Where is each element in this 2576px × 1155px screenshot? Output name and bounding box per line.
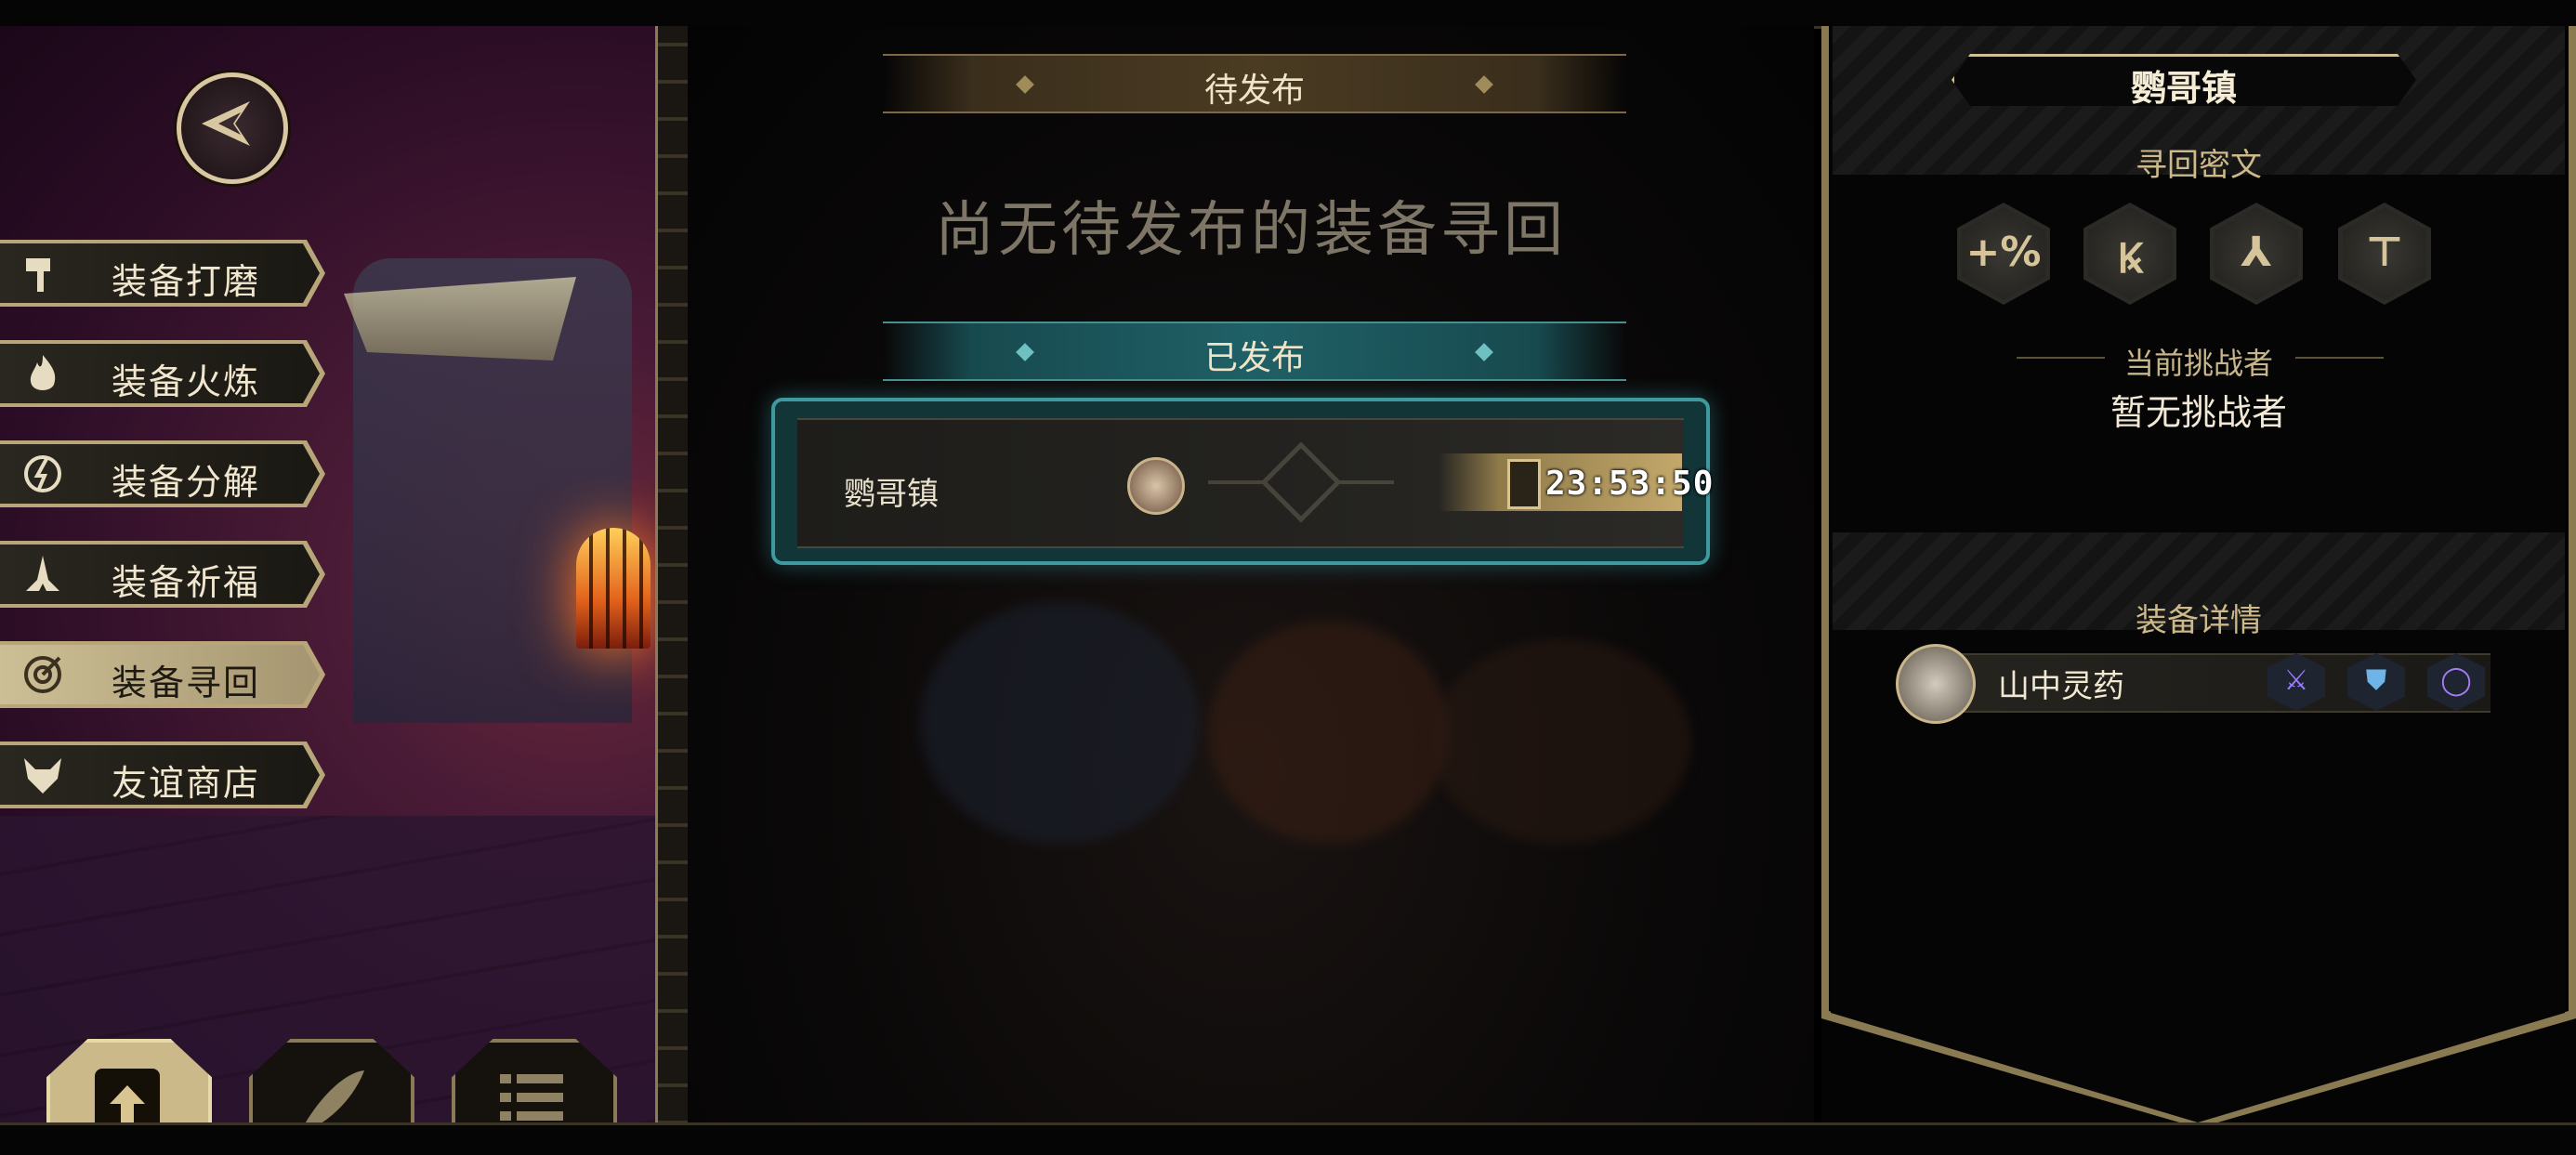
top-frame: [0, 0, 2576, 29]
scene-backdrop: [1431, 639, 1691, 844]
feather-icon: [297, 1070, 364, 1122]
back-arrow-icon: [202, 101, 250, 146]
target-icon: [24, 656, 61, 693]
left-panel: 装备打磨 装备火炼 装备分解 装备祈福 装备寻回 友谊商店: [0, 26, 655, 1122]
secret-text-header: 寻回密文: [2136, 147, 2262, 184]
equip-row[interactable]: 山中灵药 ⚔ ⛊ ◯: [1896, 644, 2491, 724]
town-name: 鹦哥镇: [844, 476, 939, 513]
pending-header: 待发布: [883, 54, 1626, 113]
menu-item-label: 装备祈福: [112, 562, 261, 603]
praying-hands-icon: [26, 556, 59, 591]
challenger-value: 暂无挑战者: [2109, 392, 2287, 433]
menu-item-label: 装备火炼: [112, 361, 261, 402]
scene-backdrop: [920, 602, 1199, 844]
hourglass-icon: [1507, 459, 1541, 509]
shatter-icon: [24, 455, 61, 492]
panel-divider: [655, 26, 690, 1122]
equip-name: 山中灵药: [1998, 668, 2124, 705]
published-item-card[interactable]: 鹦哥镇 23:53:50: [771, 398, 1713, 565]
menu-item-smelt[interactable]: 装备火炼: [0, 340, 325, 407]
list-icon: [500, 1074, 563, 1121]
bottom-frame: [0, 1122, 2576, 1155]
menu-item-retrieve[interactable]: 装备寻回: [0, 641, 325, 708]
menu-item-friend-shop[interactable]: 友谊商店: [0, 742, 325, 808]
menu-item-label: 友谊商店: [112, 763, 261, 804]
avatar: [1127, 457, 1185, 515]
challenger-header: 当前挑战者: [2123, 346, 2273, 381]
hammer-icon: [26, 258, 50, 292]
menu-item-label: 装备分解: [112, 462, 261, 503]
equip-detail-header: 装备详情: [2136, 602, 2262, 639]
back-button[interactable]: [177, 72, 288, 184]
menu-item-polish[interactable]: 装备打磨: [0, 240, 325, 307]
menu-item-label: 装备打磨: [112, 261, 261, 302]
scene-backdrop: [1208, 621, 1450, 844]
fox-icon: [24, 758, 61, 794]
fire-grate: [576, 528, 651, 649]
menu-item-label: 装备寻回: [112, 663, 261, 703]
menu-item-bless[interactable]: 装备祈福: [0, 541, 325, 608]
menu-item-disassemble[interactable]: 装备分解: [0, 440, 325, 507]
avatar: [1896, 644, 1976, 724]
center-panel: 待发布 尚无待发布的装备寻回 已发布 i: [688, 26, 2486, 1122]
countdown-timer: 23:53:50: [1545, 465, 1715, 503]
flame-icon: [30, 355, 56, 390]
pending-empty-message: 尚无待发布的装备寻回: [935, 196, 1567, 265]
emblem-decor: [1208, 441, 1394, 523]
upload-file-icon: [95, 1069, 160, 1122]
right-panel: 鹦哥镇 寻回密文 +% Ꝃ ⅄ ⊤ 当前挑战者 暂无挑战者 装备详情 山中灵药 …: [1821, 26, 2576, 1122]
published-header: 已发布: [883, 322, 1626, 381]
town-title: 鹦哥镇: [2130, 68, 2237, 109]
